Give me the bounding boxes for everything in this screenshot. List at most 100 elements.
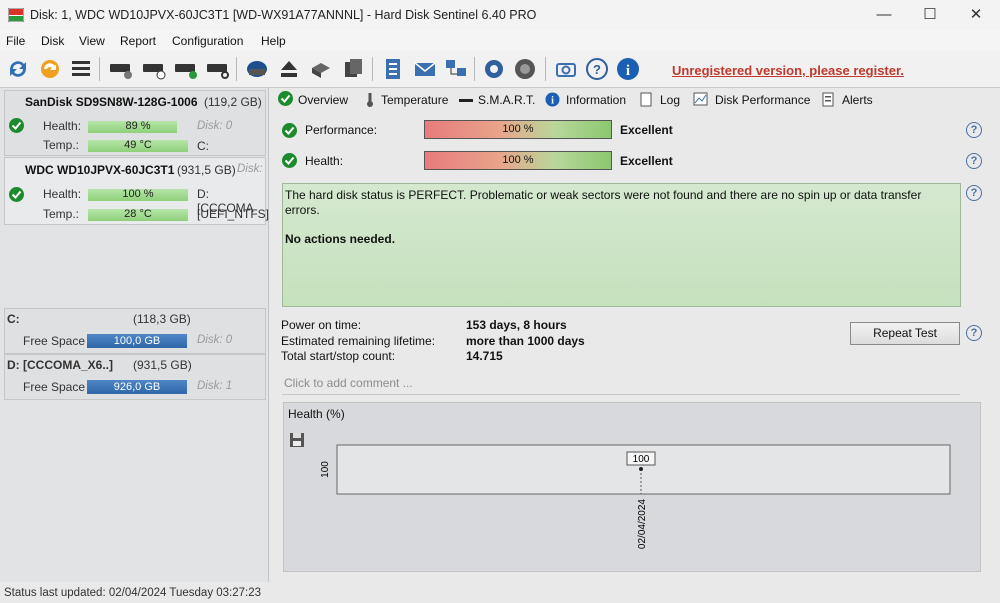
sound-icon[interactable] <box>512 56 538 82</box>
health-value: 100 % <box>122 188 154 200</box>
check-icon <box>282 123 297 138</box>
check-icon <box>9 187 24 202</box>
tab-temperature[interactable]: Temperature <box>381 93 448 107</box>
data-point <box>639 467 643 471</box>
disk-card-0[interactable]: SanDisk SD9SN8W-128G-1006 (119,2 GB) Hea… <box>4 90 266 156</box>
svg-text:?: ? <box>593 62 601 77</box>
health-rating: Excellent <box>620 154 673 168</box>
disk-schedule-icon[interactable] <box>141 56 167 82</box>
disk-card-1[interactable]: WDC WD10JPVX-60JC3T1 (931,5 GB) Disk: He… <box>4 157 270 225</box>
temp-label: Temp.: <box>43 138 80 152</box>
tab-disk-performance[interactable]: Disk Performance <box>715 93 810 107</box>
tab-alerts[interactable]: Alerts <box>842 93 873 107</box>
temp-value: 49 °C <box>124 139 152 151</box>
health-value: 89 % <box>125 120 151 132</box>
startstop-value: 14.715 <box>466 349 503 363</box>
network-icon[interactable] <box>443 56 469 82</box>
menu-help[interactable]: Help <box>261 34 286 48</box>
free-space-label: Free Space <box>23 334 86 348</box>
title-bar: Disk: 1, WDC WD10JPVX-60JC3T1 [WD-WX91A7… <box>0 0 1000 31</box>
help-icon[interactable]: ? <box>584 56 610 82</box>
close-button[interactable]: ✕ <box>954 4 998 26</box>
toolbar-separator <box>545 57 546 81</box>
window-title: Disk: 1, WDC WD10JPVX-60JC3T1 [WD-WX91A7… <box>30 8 537 22</box>
volume-card-c[interactable]: C: (118,3 GB) Free Space 100,0 GB Disk: … <box>4 308 266 354</box>
refresh-icon[interactable] <box>5 56 31 82</box>
health-chart-panel: Health (%) 100 100 02/04/2024 <box>283 402 981 572</box>
hardware-icon[interactable] <box>308 56 334 82</box>
data-label: 100 <box>633 454 650 465</box>
help-icon[interactable]: ? <box>966 153 982 169</box>
free-space-bar: 100,0 GB <box>87 334 187 348</box>
refresh-all-icon[interactable] <box>37 56 63 82</box>
menu-bar: File Disk View Report Configuration Help <box>0 30 1000 51</box>
health-label: Health: <box>305 154 344 168</box>
disk-info-icon[interactable] <box>244 56 270 82</box>
filesystem-label: [UEFI_NTFS] <box>197 207 270 221</box>
volume-letter: C: <box>197 139 209 153</box>
status-message-box: The hard disk status is PERFECT. Problem… <box>282 183 961 307</box>
unregistered-link[interactable]: Unregistered version, please register. <box>672 63 904 78</box>
disk-ref: Disk: <box>237 163 263 175</box>
menu-report[interactable]: Report <box>120 34 156 48</box>
help-icon[interactable]: ? <box>966 122 982 138</box>
volume-card-d[interactable]: D: [CCCOMA_X6..] (931,5 GB) Free Space 9… <box>4 354 266 400</box>
lifetime-value: more than 1000 days <box>466 334 585 348</box>
disk-test-icon[interactable] <box>108 56 134 82</box>
backup-icon[interactable] <box>340 56 366 82</box>
check-icon <box>278 91 293 106</box>
tab-log[interactable]: Log <box>660 93 680 107</box>
repeat-test-button[interactable]: Repeat Test <box>850 322 960 345</box>
info-icon[interactable]: i <box>615 56 641 82</box>
disk-name: SanDisk SD9SN8W-128G-1006 <box>25 95 198 109</box>
temp-label: Temp.: <box>43 207 80 221</box>
toolbar-separator <box>474 57 475 81</box>
help-icon[interactable]: ? <box>966 185 982 201</box>
menu-file[interactable]: File <box>6 34 25 48</box>
report-icon[interactable] <box>380 56 406 82</box>
svg-text:i: i <box>551 96 554 107</box>
temp-value: 28 °C <box>124 208 152 220</box>
volume-size: (118,3 GB) <box>133 312 191 326</box>
disk-ref: Disk: 0 <box>197 120 233 132</box>
alerts-icon <box>822 92 834 107</box>
health-label: Health: <box>43 187 82 201</box>
comment-field[interactable]: Click to add comment ... <box>282 370 960 395</box>
tab-smart[interactable]: S.M.A.R.T. <box>478 93 535 107</box>
log-icon <box>640 92 652 107</box>
minimize-button[interactable]: — <box>862 4 906 26</box>
performance-meter: 100 % <box>424 120 612 139</box>
disk-search-icon[interactable] <box>205 56 231 82</box>
check-icon <box>282 153 297 168</box>
disk-name: WDC WD10JPVX-60JC3T1 <box>25 163 175 177</box>
thermometer-icon <box>367 93 373 107</box>
info-icon: i <box>545 92 560 107</box>
tab-overview[interactable]: Overview <box>298 93 348 107</box>
health-meter: 100 % <box>424 151 612 170</box>
status-text: The hard disk status is PERFECT. Problem… <box>285 188 922 217</box>
camera-icon[interactable] <box>553 56 579 82</box>
menu-configuration[interactable]: Configuration <box>172 34 243 48</box>
gear-icon[interactable] <box>481 56 507 82</box>
volume-size: (931,5 GB) <box>133 358 192 372</box>
eject-icon[interactable] <box>276 56 302 82</box>
disk-ref: Disk: 0 <box>197 334 233 346</box>
tab-information[interactable]: Information <box>566 93 626 107</box>
y-tick-label: 100 <box>320 461 331 478</box>
disk-list-icon[interactable] <box>68 56 94 82</box>
maximize-button[interactable]: ☐ <box>908 4 952 26</box>
menu-view[interactable]: View <box>79 34 105 48</box>
menu-disk[interactable]: Disk <box>41 34 64 48</box>
lifetime-label: Estimated remaining lifetime: <box>281 334 436 348</box>
help-icon[interactable]: ? <box>966 325 982 341</box>
health-chart: 100 100 02/04/2024 <box>320 444 951 549</box>
volume-name: D: [CCCOMA_X6..] <box>7 358 114 372</box>
smart-icon <box>459 99 473 102</box>
svg-text:i: i <box>626 63 630 79</box>
disk-ok-icon[interactable] <box>173 56 199 82</box>
free-space-label: Free Space <box>23 380 86 394</box>
comment-placeholder: Click to add comment ... <box>284 376 413 390</box>
status-bar: Status last updated: 02/04/2024 Tuesday … <box>4 587 262 599</box>
toolbar-separator <box>236 57 237 81</box>
email-icon[interactable] <box>412 56 438 82</box>
